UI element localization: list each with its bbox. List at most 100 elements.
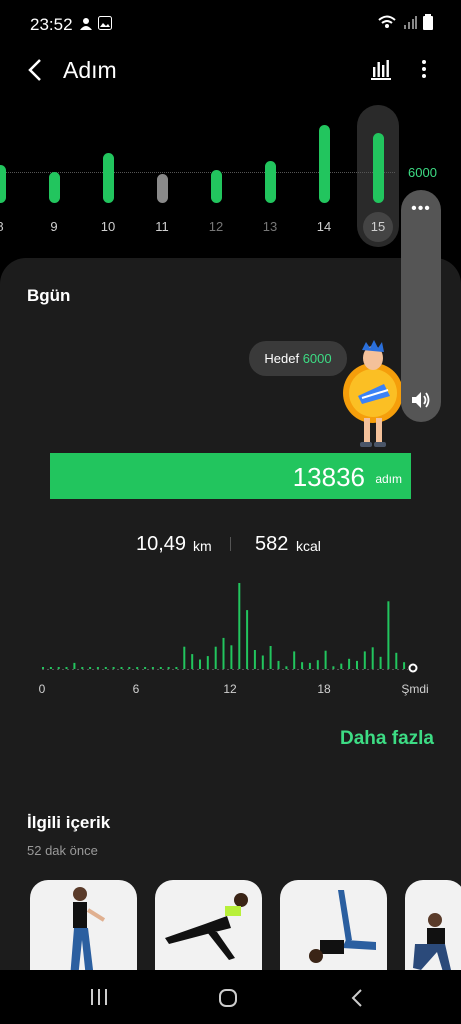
day-label[interactable]: 12 — [201, 219, 231, 234]
workout-image — [309, 890, 376, 963]
hourly-bar — [167, 667, 170, 669]
stats-divider — [230, 537, 231, 551]
day-label[interactable]: 10 — [93, 219, 123, 234]
hourly-bar — [151, 667, 154, 669]
steps-count: 13836 — [292, 462, 365, 492]
hourly-bar — [199, 659, 201, 669]
day-label[interactable]: 14 — [309, 219, 339, 234]
weekly-steps-chart[interactable]: 6000 8 9 10 11 12 13 14 15 — [0, 95, 461, 247]
related-thumbnail-4[interactable] — [405, 880, 461, 978]
hourly-bar — [104, 667, 107, 669]
related-content-time: 52 dak önce — [27, 843, 98, 858]
hourly-bar — [57, 667, 60, 669]
hourly-bar — [81, 667, 84, 669]
hour-tick-label: 18 — [317, 682, 331, 696]
hourly-bar — [128, 667, 131, 669]
home-icon[interactable] — [218, 988, 238, 1008]
day-bar[interactable] — [157, 173, 168, 203]
stats-row: 10,49 km 582 kcal — [0, 533, 461, 563]
hourly-bar — [403, 662, 406, 669]
wifi-icon — [378, 15, 396, 28]
hourly-bar — [253, 650, 256, 669]
speaker-icon[interactable] — [410, 390, 432, 410]
recent-apps-icon[interactable] — [89, 988, 109, 1006]
day-bar[interactable] — [211, 170, 222, 203]
hourly-bar — [324, 650, 327, 669]
goal-label: 6000 — [408, 165, 437, 180]
hourly-steps-chart: 0 6 12 18 Şmdi — [0, 578, 461, 698]
day-bar[interactable] — [373, 133, 384, 203]
back-icon[interactable] — [26, 58, 46, 82]
hourly-bar — [112, 667, 115, 669]
hourly-bar — [65, 667, 68, 669]
hourly-bar — [293, 651, 296, 669]
more-link[interactable]: Daha fazla — [340, 728, 434, 750]
hourly-bar — [387, 601, 390, 669]
hourly-bar — [49, 667, 52, 669]
day-bar[interactable] — [265, 160, 276, 203]
day-bar[interactable] — [49, 171, 60, 203]
steps-progress-bar: 13836 adım — [50, 453, 411, 499]
hourly-bar — [191, 654, 194, 669]
hourly-bar — [96, 667, 99, 669]
steps-unit: adım — [375, 472, 402, 486]
hourly-bar — [356, 660, 358, 669]
related-thumbnail-3[interactable] — [280, 880, 387, 978]
hourly-bar — [238, 583, 241, 669]
day-bar[interactable] — [103, 153, 114, 203]
hour-tick-label: 12 — [223, 682, 237, 696]
more-options-icon[interactable] — [417, 58, 431, 80]
day-bar[interactable] — [0, 165, 6, 203]
day-label[interactable]: 8 — [0, 219, 15, 234]
hourly-bar — [136, 667, 139, 669]
hourly-bar — [269, 646, 272, 669]
page-title: Adım — [63, 57, 117, 83]
status-bar: 23:52 — [0, 0, 461, 50]
today-card: Bgün Hedef 6000 13836 adım 10,49 km 582 … — [0, 258, 461, 978]
hourly-bar — [379, 656, 382, 669]
hour-tick-label: 0 — [38, 682, 46, 696]
hourly-bar — [42, 667, 44, 669]
hourly-bar — [120, 667, 123, 669]
hourly-bar — [340, 663, 343, 669]
related-thumbnail-2[interactable] — [155, 880, 262, 978]
calories-unit: kcal — [296, 538, 321, 554]
today-title: Bgün — [27, 286, 71, 305]
day-label[interactable]: 15 — [363, 219, 393, 234]
calories-value: 582 — [255, 533, 289, 555]
hourly-bar — [230, 645, 233, 669]
status-time: 23:52 — [30, 15, 73, 34]
day-bar[interactable] — [319, 125, 330, 203]
workout-image — [70, 887, 106, 978]
signal-icon — [404, 16, 417, 29]
hour-tick-label: 6 — [132, 682, 140, 696]
distance-value: 10,49 — [136, 533, 187, 555]
hourly-bar — [348, 658, 351, 669]
hourly-bar — [371, 647, 374, 669]
hourly-bar — [261, 655, 264, 669]
distance-unit: km — [193, 538, 212, 554]
hourly-bar — [214, 646, 217, 669]
volume-settings-dots[interactable]: ••• — [401, 200, 441, 218]
day-label[interactable]: 13 — [255, 219, 285, 234]
day-label[interactable]: 9 — [39, 219, 69, 234]
hourly-bar — [332, 666, 335, 669]
related-content-title: İlgili içerik — [27, 813, 111, 832]
now-marker — [408, 663, 418, 673]
goal-prefix: Hedef — [264, 351, 300, 366]
hourly-bar — [206, 656, 209, 669]
volume-panel[interactable]: ••• — [401, 190, 441, 422]
hourly-bar — [89, 667, 92, 669]
hourly-bar — [277, 660, 280, 669]
back-nav-icon[interactable] — [350, 988, 364, 1008]
related-thumbnail-1[interactable] — [30, 880, 137, 978]
hour-tick-label-now: Şmdi — [401, 682, 429, 696]
goal-value: 6000 — [302, 351, 332, 366]
hourly-bar — [144, 667, 147, 669]
hourly-bar — [175, 667, 178, 669]
app-header: Adım — [0, 50, 461, 90]
workout-image — [165, 893, 248, 960]
chart-icon[interactable] — [370, 58, 392, 80]
hourly-bar — [183, 646, 186, 669]
day-label[interactable]: 11 — [147, 219, 177, 234]
